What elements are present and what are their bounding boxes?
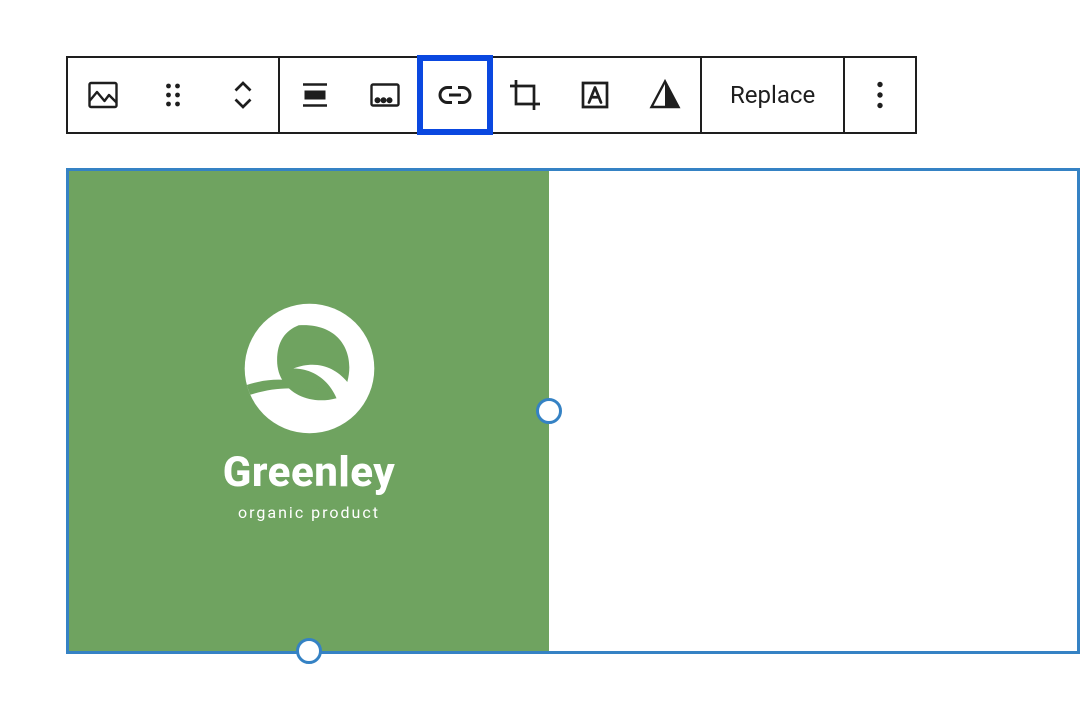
toolbar-group-replace: Replace: [702, 58, 845, 132]
drag-handle-button[interactable]: [138, 58, 208, 132]
block-toolbar: Replace: [66, 56, 917, 134]
caption-button[interactable]: [350, 58, 420, 132]
image-block-content[interactable]: Greenley organic product: [69, 171, 549, 651]
toolbar-group-more: [845, 58, 915, 132]
text-overlay-button[interactable]: [560, 58, 630, 132]
image-icon: [85, 77, 121, 113]
resize-handle-bottom[interactable]: [296, 638, 322, 664]
align-button[interactable]: [280, 58, 350, 132]
text-overlay-icon: [577, 77, 613, 113]
replace-button-label: Replace: [730, 81, 815, 109]
brand-logo: [242, 301, 377, 436]
image-block-icon-button[interactable]: [68, 58, 138, 132]
chevron-up-down-icon: [225, 77, 261, 113]
more-vertical-icon: [862, 77, 898, 113]
editor-canvas[interactable]: Greenley organic product: [66, 168, 1080, 654]
crop-button[interactable]: [490, 58, 560, 132]
caption-icon: [367, 77, 403, 113]
resize-handle-right[interactable]: [536, 398, 562, 424]
more-options-button[interactable]: [845, 58, 915, 132]
align-icon: [297, 77, 333, 113]
brand-name: Greenley: [223, 448, 395, 497]
brand-tagline: organic product: [238, 503, 380, 522]
toolbar-group-block: [68, 58, 280, 132]
crop-icon: [507, 77, 543, 113]
toolbar-group-align: [280, 58, 702, 132]
duotone-button[interactable]: [630, 58, 700, 132]
duotone-icon: [647, 77, 683, 113]
link-button[interactable]: [420, 58, 490, 132]
replace-button[interactable]: Replace: [702, 58, 843, 132]
move-up-down-button[interactable]: [208, 58, 278, 132]
drag-icon: [155, 77, 191, 113]
link-icon: [437, 77, 473, 113]
